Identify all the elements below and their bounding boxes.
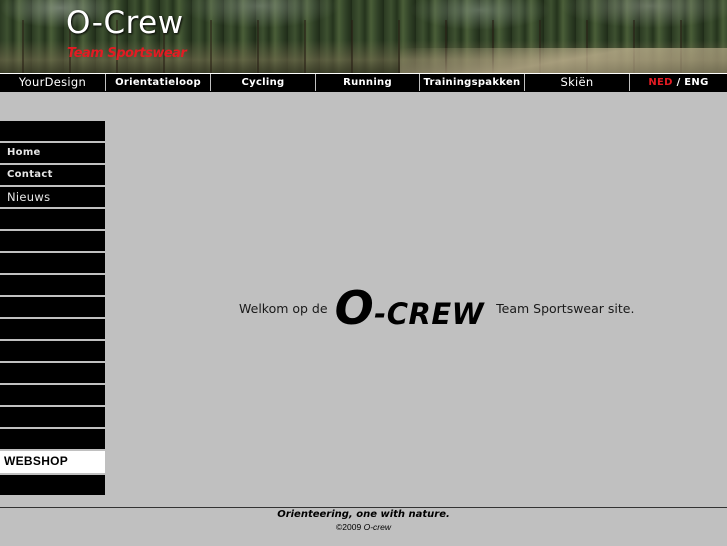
copyright-name: O-crew (363, 522, 391, 532)
sidebar-item-blank (0, 475, 105, 495)
sidebar-item-blank (0, 407, 105, 427)
sidebar-item-blank (0, 121, 105, 141)
sidebar-item-contact[interactable]: Contact (0, 165, 105, 185)
sidebar-item-blank (0, 253, 105, 273)
nav-running[interactable]: Running (316, 74, 420, 91)
sidebar-item-blank (0, 209, 105, 229)
brand-rest: -CREW (374, 297, 485, 331)
nav-yourdesign[interactable]: YourDesign (0, 74, 106, 91)
sidebar-item-blank (0, 275, 105, 295)
footer-copyright: ©2009 O-crew (0, 522, 727, 532)
sidebar-item-blank (0, 363, 105, 383)
welcome-message: Welkom op de O -CREW Team Sportswear site… (239, 281, 635, 335)
top-navigation: YourDesign Orientatieloop Cycling Runnin… (0, 73, 727, 92)
welcome-suffix: Team Sportswear site. (496, 300, 635, 316)
sidebar-item-webshop[interactable]: WEBSHOP (0, 451, 105, 473)
sidebar-item-blank (0, 297, 105, 317)
sidebar-menu: Home Contact Nieuws WEBSHOP (0, 121, 105, 497)
logo-subtitle: Team Sportswear (67, 46, 187, 61)
sidebar-item-nieuws[interactable]: Nieuws (0, 187, 105, 207)
nav-skien[interactable]: Skiën (525, 74, 630, 91)
brand-wordmark: O -CREW (335, 281, 485, 335)
footer: Orienteering, one with nature. ©2009 O-c… (0, 507, 727, 546)
lang-ned[interactable]: NED (648, 77, 672, 88)
lang-separator: / (672, 77, 685, 88)
sidebar-item-blank (0, 231, 105, 251)
footer-slogan: Orienteering, one with nature. (277, 509, 450, 520)
nav-orientatieloop[interactable]: Orientatieloop (106, 74, 211, 91)
lang-eng[interactable]: ENG (684, 77, 708, 88)
copyright-prefix: ©2009 (336, 522, 364, 532)
sidebar-item-home[interactable]: Home (0, 143, 105, 163)
logo-title[interactable]: O-Crew (66, 5, 184, 41)
header-banner: O-Crew Team Sportswear (0, 0, 727, 73)
sidebar-item-blank (0, 341, 105, 361)
nav-trainingspakken[interactable]: Trainingspakken (420, 74, 525, 91)
language-switch: NED / ENG (630, 74, 727, 91)
banner-sand (400, 48, 727, 73)
brand-o: O (334, 281, 375, 335)
sidebar-item-blank (0, 429, 105, 449)
nav-cycling[interactable]: Cycling (211, 74, 316, 91)
welcome-prefix: Welkom op de (239, 300, 328, 316)
sidebar-item-blank (0, 319, 105, 339)
sidebar-item-blank (0, 385, 105, 405)
